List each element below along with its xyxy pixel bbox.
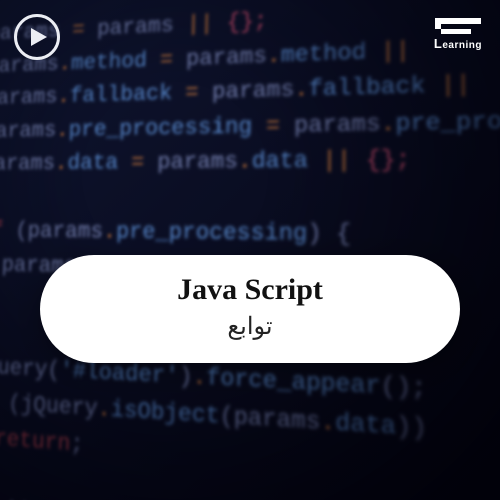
course-title: Java Script	[60, 273, 440, 306]
play-button[interactable]	[14, 14, 60, 60]
course-subtitle: توابع	[60, 312, 440, 341]
play-icon	[31, 28, 47, 46]
code-background: params = params || {}; params.method = p…	[0, 0, 500, 500]
brand-label: Learning	[434, 36, 482, 51]
title-pill: Java Script توابع	[40, 255, 460, 363]
brand-badge: Learning	[434, 18, 482, 51]
brand-logo-icon	[435, 18, 481, 34]
course-card: params = params || {}; params.method = p…	[0, 0, 500, 500]
